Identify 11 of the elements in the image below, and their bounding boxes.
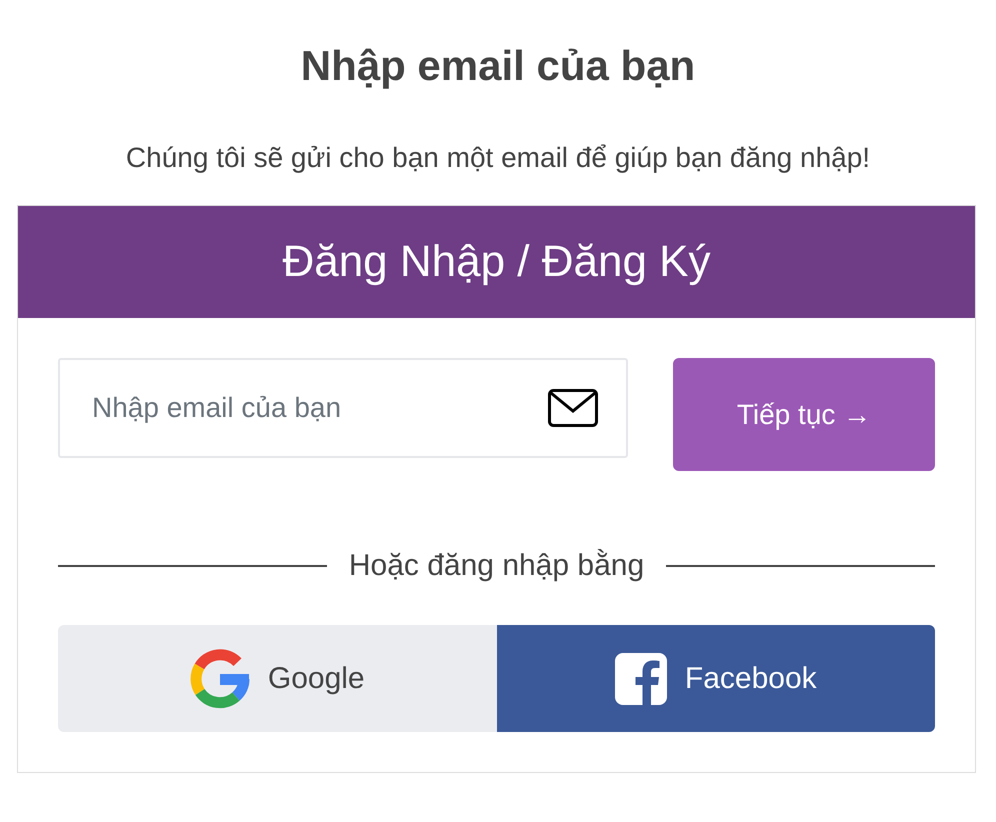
facebook-login-button[interactable]: Facebook bbox=[496, 625, 935, 732]
google-login-button[interactable]: Google bbox=[58, 625, 496, 732]
instruction-text: Chúng tôi sẽ gửi cho bạn một email để giúp bạn đăng nhập! bbox=[124, 141, 872, 175]
email-field[interactable]: Nhập email của bạn bbox=[58, 358, 628, 458]
continue-button[interactable]: Tiếp tục → bbox=[673, 358, 935, 471]
google-icon bbox=[190, 648, 250, 708]
page-title: Nhập email của bạn bbox=[300, 41, 696, 91]
mail-icon bbox=[548, 389, 598, 427]
card-title: Đăng Nhập / Đăng Ký bbox=[282, 237, 711, 287]
facebook-icon bbox=[614, 652, 667, 704]
divider-label: Hoặc đăng nhập bằng bbox=[348, 549, 644, 583]
